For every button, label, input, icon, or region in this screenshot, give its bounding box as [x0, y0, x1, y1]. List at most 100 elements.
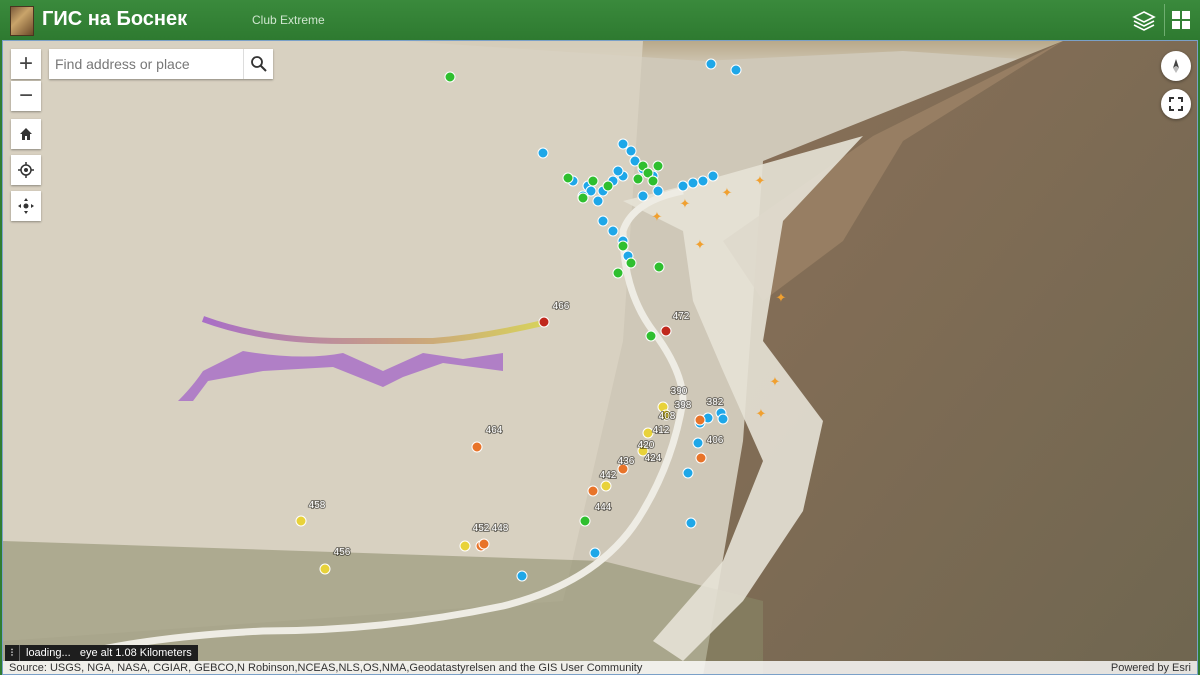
point-label: 444 — [595, 502, 612, 513]
blue-point-marker[interactable] — [685, 517, 697, 529]
point-label: 406 — [707, 435, 724, 446]
zoom-out-button[interactable]: − — [11, 81, 41, 111]
green-point-marker[interactable] — [625, 257, 637, 269]
red-point-marker[interactable] — [660, 325, 672, 337]
locate-button[interactable] — [11, 155, 41, 185]
terrain-view[interactable]: ✦ ✦ ✦ ✦ ✦ ✦ ✦ ✦ 466 472 390 398 382 408 412 406 420 424 4… — [3, 41, 1198, 675]
point-label: 452 — [473, 523, 490, 534]
blue-point-marker[interactable] — [697, 175, 709, 187]
point-label: 442 — [600, 470, 617, 481]
star-marker-icon[interactable]: ✦ — [776, 290, 787, 305]
green-point-marker[interactable] — [652, 160, 664, 172]
point-label: 390 — [671, 386, 688, 397]
navigation-toggle-icon — [18, 198, 34, 214]
search-input[interactable] — [49, 49, 235, 79]
green-point-marker[interactable] — [562, 172, 574, 184]
search-button[interactable] — [243, 49, 274, 79]
eye-altitude: eye alt 1.08 Kilometers — [79, 647, 192, 659]
green-point-marker[interactable] — [632, 173, 644, 185]
green-point-marker[interactable] — [579, 515, 591, 527]
green-point-marker[interactable] — [587, 175, 599, 187]
layers-icon — [1132, 11, 1156, 31]
compass-button[interactable] — [1161, 51, 1191, 81]
blue-point-marker[interactable] — [652, 185, 664, 197]
green-point-marker[interactable] — [617, 240, 629, 252]
photo-thumbnail-icon — [10, 6, 34, 36]
star-marker-icon[interactable]: ✦ — [722, 185, 733, 200]
orange-point-marker[interactable] — [471, 441, 483, 453]
grid-icon — [1172, 11, 1190, 29]
navigation-toggle-button[interactable] — [11, 191, 41, 221]
zoom-in-button[interactable]: + — [11, 49, 41, 79]
green-point-marker[interactable] — [602, 180, 614, 192]
layers-button[interactable] — [1128, 4, 1160, 36]
point-label: 424 — [645, 453, 662, 464]
yellow-point-marker[interactable] — [600, 480, 612, 492]
status-text: loading... eye alt 1.08 Kilometers — [20, 645, 198, 661]
expand-icon[interactable]: ⁝ — [5, 645, 20, 661]
fullscreen-button[interactable] — [1161, 89, 1191, 119]
blue-point-marker[interactable] — [707, 170, 719, 182]
app-header: ГИС на Боснек Club Extreme — [0, 0, 1200, 40]
map-scene[interactable]: ✦ ✦ ✦ ✦ ✦ ✦ ✦ ✦ 466 472 390 398 382 408 412 406 420 424 4… — [2, 40, 1198, 675]
point-label: 456 — [334, 547, 351, 558]
orange-point-marker[interactable] — [587, 485, 599, 497]
apps-grid-button[interactable] — [1164, 4, 1197, 36]
search-icon — [251, 56, 267, 72]
star-marker-icon[interactable]: ✦ — [652, 209, 663, 224]
home-button[interactable] — [11, 119, 41, 149]
blue-point-marker[interactable] — [687, 177, 699, 189]
green-point-marker[interactable] — [645, 330, 657, 342]
locate-icon — [18, 162, 34, 178]
loading-text: loading... — [26, 647, 71, 659]
green-point-marker[interactable] — [653, 261, 665, 273]
point-label: 436 — [618, 456, 635, 467]
compass-icon — [1173, 59, 1179, 73]
green-point-marker[interactable] — [647, 175, 659, 187]
point-label: 466 — [553, 301, 570, 312]
blue-point-marker[interactable] — [516, 570, 528, 582]
blue-point-marker[interactable] — [592, 195, 604, 207]
blue-point-marker[interactable] — [705, 58, 717, 70]
yellow-point-marker[interactable] — [459, 540, 471, 552]
star-marker-icon[interactable]: ✦ — [695, 237, 706, 252]
green-point-marker[interactable] — [444, 71, 456, 83]
status-bar: ⁝ loading... eye alt 1.08 Kilometers — [5, 645, 198, 661]
star-marker-icon[interactable]: ✦ — [770, 374, 781, 389]
attribution-bar: Source: USGS, NGA, NASA, CGIAR, GEBCO,N … — [3, 661, 1197, 674]
green-point-marker[interactable] — [577, 192, 589, 204]
red-point-marker[interactable] — [538, 316, 550, 328]
blue-point-marker[interactable] — [607, 225, 619, 237]
yellow-point-marker[interactable] — [319, 563, 331, 575]
orange-point-marker[interactable] — [478, 538, 490, 550]
orange-point-marker[interactable] — [694, 414, 706, 426]
star-marker-icon[interactable]: ✦ — [755, 173, 766, 188]
attribution-source: Source: USGS, NGA, NASA, CGIAR, GEBCO,N … — [9, 662, 643, 674]
blue-point-marker[interactable] — [537, 147, 549, 159]
point-label: 412 — [653, 425, 670, 436]
yellow-point-marker[interactable] — [295, 515, 307, 527]
blue-point-marker[interactable] — [730, 64, 742, 76]
blue-point-marker[interactable] — [677, 180, 689, 192]
blue-point-marker[interactable] — [682, 467, 694, 479]
blue-point-marker[interactable] — [612, 165, 624, 177]
powered-by-esri[interactable]: Powered by Esri — [1111, 661, 1191, 674]
star-marker-icon[interactable]: ✦ — [756, 406, 767, 421]
point-label: 398 — [675, 400, 692, 411]
star-marker-icon[interactable]: ✦ — [680, 196, 691, 211]
blue-point-marker[interactable] — [637, 190, 649, 202]
orange-point-marker[interactable] — [695, 452, 707, 464]
point-label: 382 — [707, 397, 724, 408]
point-label: 420 — [638, 440, 655, 451]
blue-point-marker[interactable] — [717, 413, 729, 425]
green-point-marker[interactable] — [612, 267, 624, 279]
blue-point-marker[interactable] — [589, 547, 601, 559]
yellow-point-marker[interactable] — [642, 427, 654, 439]
blue-point-marker[interactable] — [597, 215, 609, 227]
blue-point-marker[interactable] — [692, 437, 704, 449]
blue-point-marker[interactable] — [625, 145, 637, 157]
fullscreen-icon — [1169, 97, 1183, 111]
point-label: 448 — [492, 523, 509, 534]
app-title: ГИС на Боснек — [42, 8, 188, 30]
blue-point-marker[interactable] — [617, 138, 629, 150]
